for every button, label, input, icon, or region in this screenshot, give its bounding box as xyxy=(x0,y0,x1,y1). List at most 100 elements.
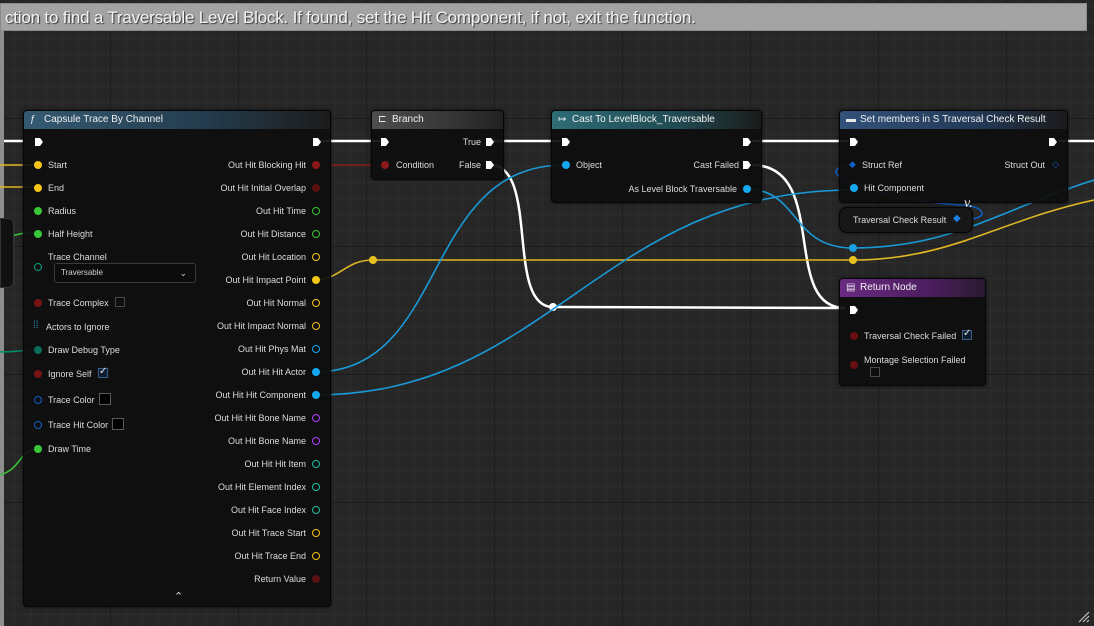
start-pin-icon[interactable] xyxy=(34,161,42,169)
array-grid-icon[interactable]: ⁞⁞ xyxy=(33,320,39,332)
distance-pin-label: Out Hit Distance xyxy=(240,229,306,239)
exec-out-pin-icon[interactable] xyxy=(312,137,322,147)
true-pin-label: True xyxy=(462,137,481,147)
impact-point-pin-icon[interactable] xyxy=(312,276,320,284)
bone-name-pin-icon[interactable] xyxy=(312,437,320,445)
trace-start-pin-icon[interactable] xyxy=(312,529,320,537)
cast-icon: ↦ xyxy=(558,114,567,125)
trace-complex-pin-label: Trace Complex xyxy=(48,298,109,308)
return-node-header[interactable]: ▤ Return Node xyxy=(840,279,985,297)
hit-bone-name-pin-icon[interactable] xyxy=(312,414,320,422)
struct-ref-diamond-icon[interactable]: ◆ xyxy=(849,158,856,170)
collapse-chevron-up-icon[interactable]: ⌃ xyxy=(174,591,183,603)
false-pin-label: False xyxy=(458,160,481,170)
hit-item-pin-label: Out Hit Hit Item xyxy=(244,459,306,469)
montage-failed-checkbox[interactable] xyxy=(870,367,880,377)
trace-hit-color-pin-icon[interactable] xyxy=(34,421,42,429)
draw-debug-type-pin-icon[interactable] xyxy=(34,346,42,354)
trace-channel-dropdown[interactable]: Traversable ⌄ xyxy=(54,263,196,283)
draw-time-pin-icon[interactable] xyxy=(34,445,42,453)
face-index-pin-label: Out Hit Face Index xyxy=(230,505,306,515)
hit-component-pin-icon[interactable] xyxy=(312,391,320,399)
capsule-trace-node[interactable]: ƒ Capsule Trace By Channel Start End Radi… xyxy=(23,110,331,607)
half-height-pin-icon[interactable] xyxy=(34,230,42,238)
impact-normal-pin-label: Out Hit Impact Normal xyxy=(216,321,306,331)
condition-pin-icon[interactable] xyxy=(381,161,389,169)
exec-in-pin-icon[interactable] xyxy=(849,305,859,315)
trace-complex-checkbox[interactable] xyxy=(115,297,125,307)
time-pin-label: Out Hit Time xyxy=(255,206,306,216)
montage-failed-pin-icon[interactable] xyxy=(850,361,858,369)
traversal-check-result-variable[interactable]: Traversal Check Result ◆ xyxy=(839,207,973,233)
as-level-block-pin-label: As Level Block Traversable xyxy=(628,184,737,194)
face-index-pin-icon[interactable] xyxy=(312,506,320,514)
traversal-failed-pin-label: Traversal Check Failed xyxy=(864,331,957,341)
set-members-title: Set members in S Traversal Check Result xyxy=(860,114,1046,125)
reroute-node-object xyxy=(849,244,857,252)
blocking-hit-pin-label: Out Hit Blocking Hit xyxy=(227,160,306,170)
trace-color-pin-icon[interactable] xyxy=(34,396,42,404)
trace-complex-pin-icon[interactable] xyxy=(34,299,42,307)
phys-mat-pin-icon[interactable] xyxy=(312,345,320,353)
cast-title: Cast To LevelBlock_Traversable xyxy=(572,114,715,125)
exec-in-pin-icon[interactable] xyxy=(849,137,859,147)
return-value-pin-icon[interactable] xyxy=(312,575,320,583)
struct-out-diamond-icon[interactable]: ◆ xyxy=(953,213,961,225)
traversal-failed-pin-icon[interactable] xyxy=(850,332,858,340)
time-pin-icon[interactable] xyxy=(312,207,320,215)
return-node[interactable]: ▤ Return Node Traversal Check Failed Mont… xyxy=(839,278,986,386)
location-pin-icon[interactable] xyxy=(312,253,320,261)
initial-overlap-pin-icon[interactable] xyxy=(312,184,320,192)
branch-header[interactable]: ⊏ Branch xyxy=(372,111,503,129)
offscreen-node-stub[interactable] xyxy=(0,218,14,288)
blocking-hit-pin-icon[interactable] xyxy=(312,161,320,169)
phys-mat-pin-label: Out Hit Phys Mat xyxy=(237,344,306,354)
montage-failed-pin-label: Montage Selection Failed xyxy=(864,355,966,365)
cast-failed-exec-pin-icon[interactable] xyxy=(742,160,752,170)
branch-node[interactable]: ⊏ Branch Condition True False xyxy=(371,110,504,180)
as-level-block-pin-icon[interactable] xyxy=(743,185,751,193)
exec-out-pin-icon[interactable] xyxy=(1048,137,1058,147)
ignore-self-pin-icon[interactable] xyxy=(34,370,42,378)
cast-node[interactable]: ↦ Cast To LevelBlock_Traversable Object C… xyxy=(551,110,762,203)
trace-hit-color-swatch[interactable] xyxy=(112,418,124,430)
blueprint-graph-canvas[interactable]: ction to find a Traversable Level Block.… xyxy=(0,0,1094,626)
traversal-failed-checkbox[interactable] xyxy=(962,328,972,340)
draw-time-pin-label: Draw Time xyxy=(48,444,92,454)
end-pin-icon[interactable] xyxy=(34,184,42,192)
radius-pin-icon[interactable] xyxy=(34,207,42,215)
set-members-header[interactable]: ▬ Set members in S Traversal Check Result xyxy=(840,111,1067,129)
reroute-node-vector-2 xyxy=(849,256,857,264)
set-members-node[interactable]: ▬ Set members in S Traversal Check Result… xyxy=(839,110,1068,203)
false-exec-pin-icon[interactable] xyxy=(485,160,495,170)
impact-normal-pin-icon[interactable] xyxy=(312,322,320,330)
hit-component-in-pin-icon[interactable] xyxy=(850,184,858,192)
struct-ref-pin-label: Struct Ref xyxy=(862,160,903,170)
trace-channel-pin-icon[interactable] xyxy=(34,263,42,271)
distance-pin-icon[interactable] xyxy=(312,230,320,238)
hit-actor-pin-label: Out Hit Hit Actor xyxy=(241,367,306,377)
exec-in-pin-icon[interactable] xyxy=(34,137,44,147)
branch-title: Branch xyxy=(392,114,424,125)
trace-color-swatch[interactable] xyxy=(99,393,111,405)
true-exec-pin-icon[interactable] xyxy=(485,137,495,147)
struct-out-diamond-icon[interactable]: ◇ xyxy=(1052,158,1059,170)
exec-out-pin-icon[interactable] xyxy=(742,137,752,147)
ignore-self-pin-label: Ignore Self xyxy=(48,369,92,379)
exec-in-pin-icon[interactable] xyxy=(380,137,390,147)
normal-pin-icon[interactable] xyxy=(312,299,320,307)
initial-overlap-pin-label: Out Hit Initial Overlap xyxy=(220,183,306,193)
object-pin-icon[interactable] xyxy=(562,161,570,169)
trace-end-pin-icon[interactable] xyxy=(312,552,320,560)
cast-header[interactable]: ↦ Cast To LevelBlock_Traversable xyxy=(552,111,761,129)
hit-actor-pin-icon[interactable] xyxy=(312,368,320,376)
reroute-node-vector xyxy=(369,256,377,264)
element-index-pin-icon[interactable] xyxy=(312,483,320,491)
exec-in-pin-icon[interactable] xyxy=(561,137,571,147)
capsule-trace-header[interactable]: ƒ Capsule Trace By Channel xyxy=(24,111,330,129)
cursor-icon: v. xyxy=(964,196,973,211)
draw-debug-type-pin-label: Draw Debug Type xyxy=(48,345,120,355)
ignore-self-checkbox[interactable] xyxy=(98,366,108,378)
hit-item-pin-icon[interactable] xyxy=(312,460,320,468)
bone-name-pin-label: Out Hit Bone Name xyxy=(227,436,306,446)
